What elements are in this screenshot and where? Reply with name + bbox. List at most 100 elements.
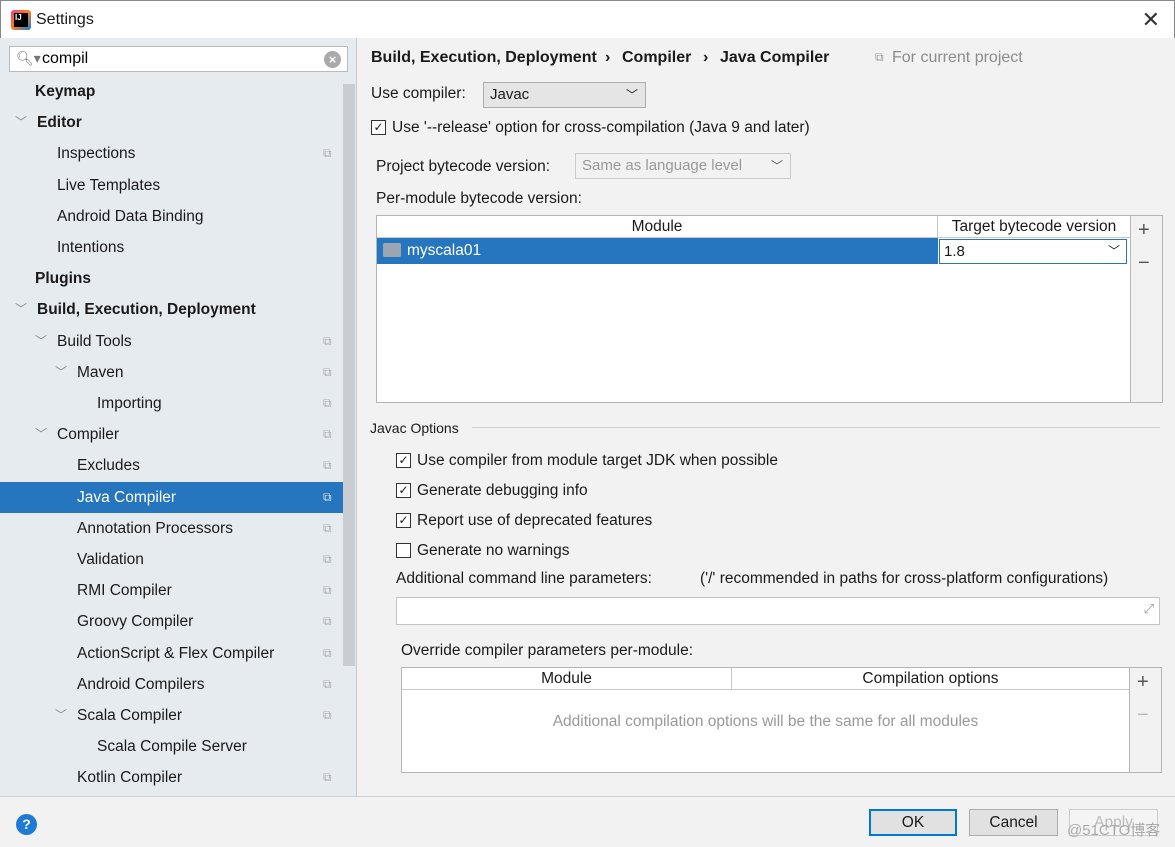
table-row[interactable]: myscala01 (377, 238, 938, 264)
column-header-compilation-options[interactable]: Compilation options (732, 668, 1129, 690)
breadcrumb-sep: › (703, 49, 709, 66)
sidebar-item-kotlin-compiler[interactable]: Kotlin Compiler ⧉ (0, 762, 343, 793)
sidebar-scrollbar[interactable] (343, 84, 355, 666)
search-input[interactable] (42, 49, 322, 69)
sidebar-item-actionscript-flex-compiler[interactable]: ActionScript & Flex Compiler ⧉ (0, 638, 343, 669)
sidebar-item-label: RMI Compiler (77, 582, 172, 600)
search-icon[interactable]: 🔍︎▾ (16, 50, 41, 67)
sidebar-item-label: Groovy Compiler (77, 613, 194, 631)
sidebar-item-label: Plugins (35, 270, 91, 288)
sidebar-item-maven[interactable]: ﹀ Maven ⧉ (0, 357, 343, 388)
project-bytecode-select[interactable]: Same as language level ﹀ (575, 153, 791, 179)
add-icon[interactable]: + (1138, 219, 1150, 242)
breadcrumb-build[interactable]: Build, Execution, Deployment (371, 49, 597, 67)
sidebar-item-importing[interactable]: Importing ⧉ (0, 388, 343, 419)
sidebar-item-build-execution-deployment[interactable]: ﹀ Build, Execution, Deployment (0, 294, 343, 325)
copy-icon: ⧉ (875, 50, 884, 64)
per-module-label: Per-module bytecode version: (376, 190, 582, 207)
sidebar-item-label: Excludes (77, 457, 140, 475)
project-scope-icon: ⧉ (323, 146, 332, 161)
add-icon[interactable]: + (1137, 671, 1149, 694)
help-icon[interactable]: ? (16, 814, 37, 835)
sidebar-item-label: Android Data Binding (57, 207, 204, 225)
sidebar-item-label: Build Tools (57, 332, 132, 350)
project-bytecode-value: Same as language level (582, 157, 743, 174)
compiler-select[interactable]: Javac ﹀ (483, 82, 646, 108)
sidebar-item-label: Inspections (57, 145, 136, 163)
chevron-down-icon: ﹀ (625, 88, 638, 102)
option-label: Generate no warnings (417, 542, 570, 559)
module-table-toolbar: + − (1131, 215, 1163, 403)
remove-icon: − (1137, 704, 1149, 726)
column-header-module[interactable]: Module (402, 668, 732, 690)
sidebar-item-label: Android Compilers (77, 675, 205, 693)
sidebar-item-label: Build, Execution, Deployment (37, 301, 256, 319)
project-scope-icon: ⧉ (323, 458, 332, 473)
sidebar-item-scala-compiler[interactable]: ﹀ Scala Compiler ⧉ (0, 700, 343, 731)
sidebar-item-inspections[interactable]: Inspections ⧉ (0, 138, 343, 169)
sidebar-item-live-templates[interactable]: Live Templates (0, 170, 343, 201)
sidebar-item-compiler[interactable]: ﹀ Compiler ⧉ (0, 419, 343, 450)
chevron-down-icon[interactable]: ﹀ (15, 294, 27, 325)
project-scope-icon: ⧉ (323, 364, 332, 379)
search-field[interactable]: 🔍︎▾ × (9, 46, 348, 72)
sidebar-item-build-tools[interactable]: ﹀ Build Tools ⧉ (0, 326, 343, 357)
chevron-down-icon[interactable]: ﹀ (35, 326, 47, 357)
sidebar-item-excludes[interactable]: Excludes ⧉ (0, 450, 343, 481)
clear-search-icon[interactable]: × (324, 51, 341, 68)
window-title: Settings (36, 11, 94, 28)
sidebar-item-groovy-compiler[interactable]: Groovy Compiler ⧉ (0, 606, 343, 637)
watermark: @51CTO博客 (1067, 822, 1161, 839)
column-header-target[interactable]: Target bytecode version (938, 216, 1130, 238)
option-checkbox[interactable]: ✓ (396, 483, 411, 498)
title-bar: IJ Settings ✕ (0, 0, 1175, 38)
sidebar-item-rmi-compiler[interactable]: RMI Compiler ⧉ (0, 575, 343, 606)
cancel-button[interactable]: Cancel (969, 809, 1058, 836)
sidebar-item-label: Intentions (57, 239, 125, 256)
additional-params-input[interactable]: ⤢ (396, 597, 1160, 625)
ok-button[interactable]: OK (869, 809, 957, 836)
module-bytecode-table: Module Target bytecode version myscala01… (376, 215, 1131, 403)
option-checkbox[interactable]: ✓ (396, 513, 411, 528)
dialog-footer: ? OK Cancel Apply @51CTO博客 (0, 796, 1175, 847)
option-checkbox[interactable] (396, 543, 411, 558)
sidebar-item-label: Validation (77, 551, 144, 568)
chevron-down-icon[interactable]: ﹀ (55, 700, 67, 731)
sidebar-item-android-compilers[interactable]: Android Compilers ⧉ (0, 669, 343, 700)
breadcrumb-compiler[interactable]: Compiler (622, 49, 691, 67)
release-checkbox[interactable]: ✓ (371, 120, 386, 135)
project-scope-icon: ⧉ (323, 396, 332, 410)
option-label: Generate debugging info (417, 482, 588, 499)
chevron-down-icon[interactable]: ﹀ (15, 107, 27, 138)
column-header-module[interactable]: Module (377, 216, 938, 238)
sidebar-item-label: Keymap (35, 83, 96, 100)
sidebar-item-scala-compile-server[interactable]: Scala Compile Server (0, 731, 343, 762)
sidebar-item-validation[interactable]: Validation ⧉ (0, 544, 343, 575)
sidebar-item-label: Annotation Processors (77, 519, 233, 537)
chevron-down-icon[interactable]: ﹀ (35, 419, 47, 450)
sidebar-item-annotation-processors[interactable]: Annotation Processors ⧉ (0, 513, 343, 544)
sidebar-item-label: Maven (77, 363, 124, 381)
project-scope-icon: ⧉ (323, 645, 332, 660)
sidebar-item-plugins[interactable]: Plugins (0, 263, 343, 294)
project-scope-icon: ⧉ (323, 520, 332, 535)
option-checkbox[interactable]: ✓ (396, 453, 411, 468)
sidebar-item-keymap[interactable]: Keymap (0, 76, 343, 107)
scope-label: For current project (892, 49, 1023, 66)
remove-icon[interactable]: − (1138, 252, 1150, 275)
intellij-logo-icon: IJ (11, 10, 31, 30)
override-table: Module Compilation options Additional co… (401, 667, 1130, 773)
sidebar-item-android-data-binding[interactable]: Android Data Binding (0, 201, 343, 232)
sidebar-item-java-compiler[interactable]: Java Compiler ⧉ (0, 481, 343, 513)
javac-options-title: Javac Options (370, 420, 459, 436)
expand-icon[interactable]: ⤢ (1144, 601, 1154, 617)
breadcrumb-sep: › (605, 49, 611, 66)
project-scope-icon: ⧉ (323, 333, 332, 348)
chevron-down-icon[interactable]: ﹀ (55, 357, 67, 388)
sidebar-item-label: Live Templates (57, 176, 161, 194)
close-icon[interactable]: ✕ (1142, 7, 1160, 33)
sidebar-item-intentions[interactable]: Intentions (0, 232, 343, 263)
target-version-select[interactable]: 1.8 ﹀ (939, 239, 1127, 264)
sidebar-item-editor[interactable]: ﹀ Editor (0, 107, 343, 138)
release-label: Use '--release' option for cross-compila… (392, 119, 810, 136)
